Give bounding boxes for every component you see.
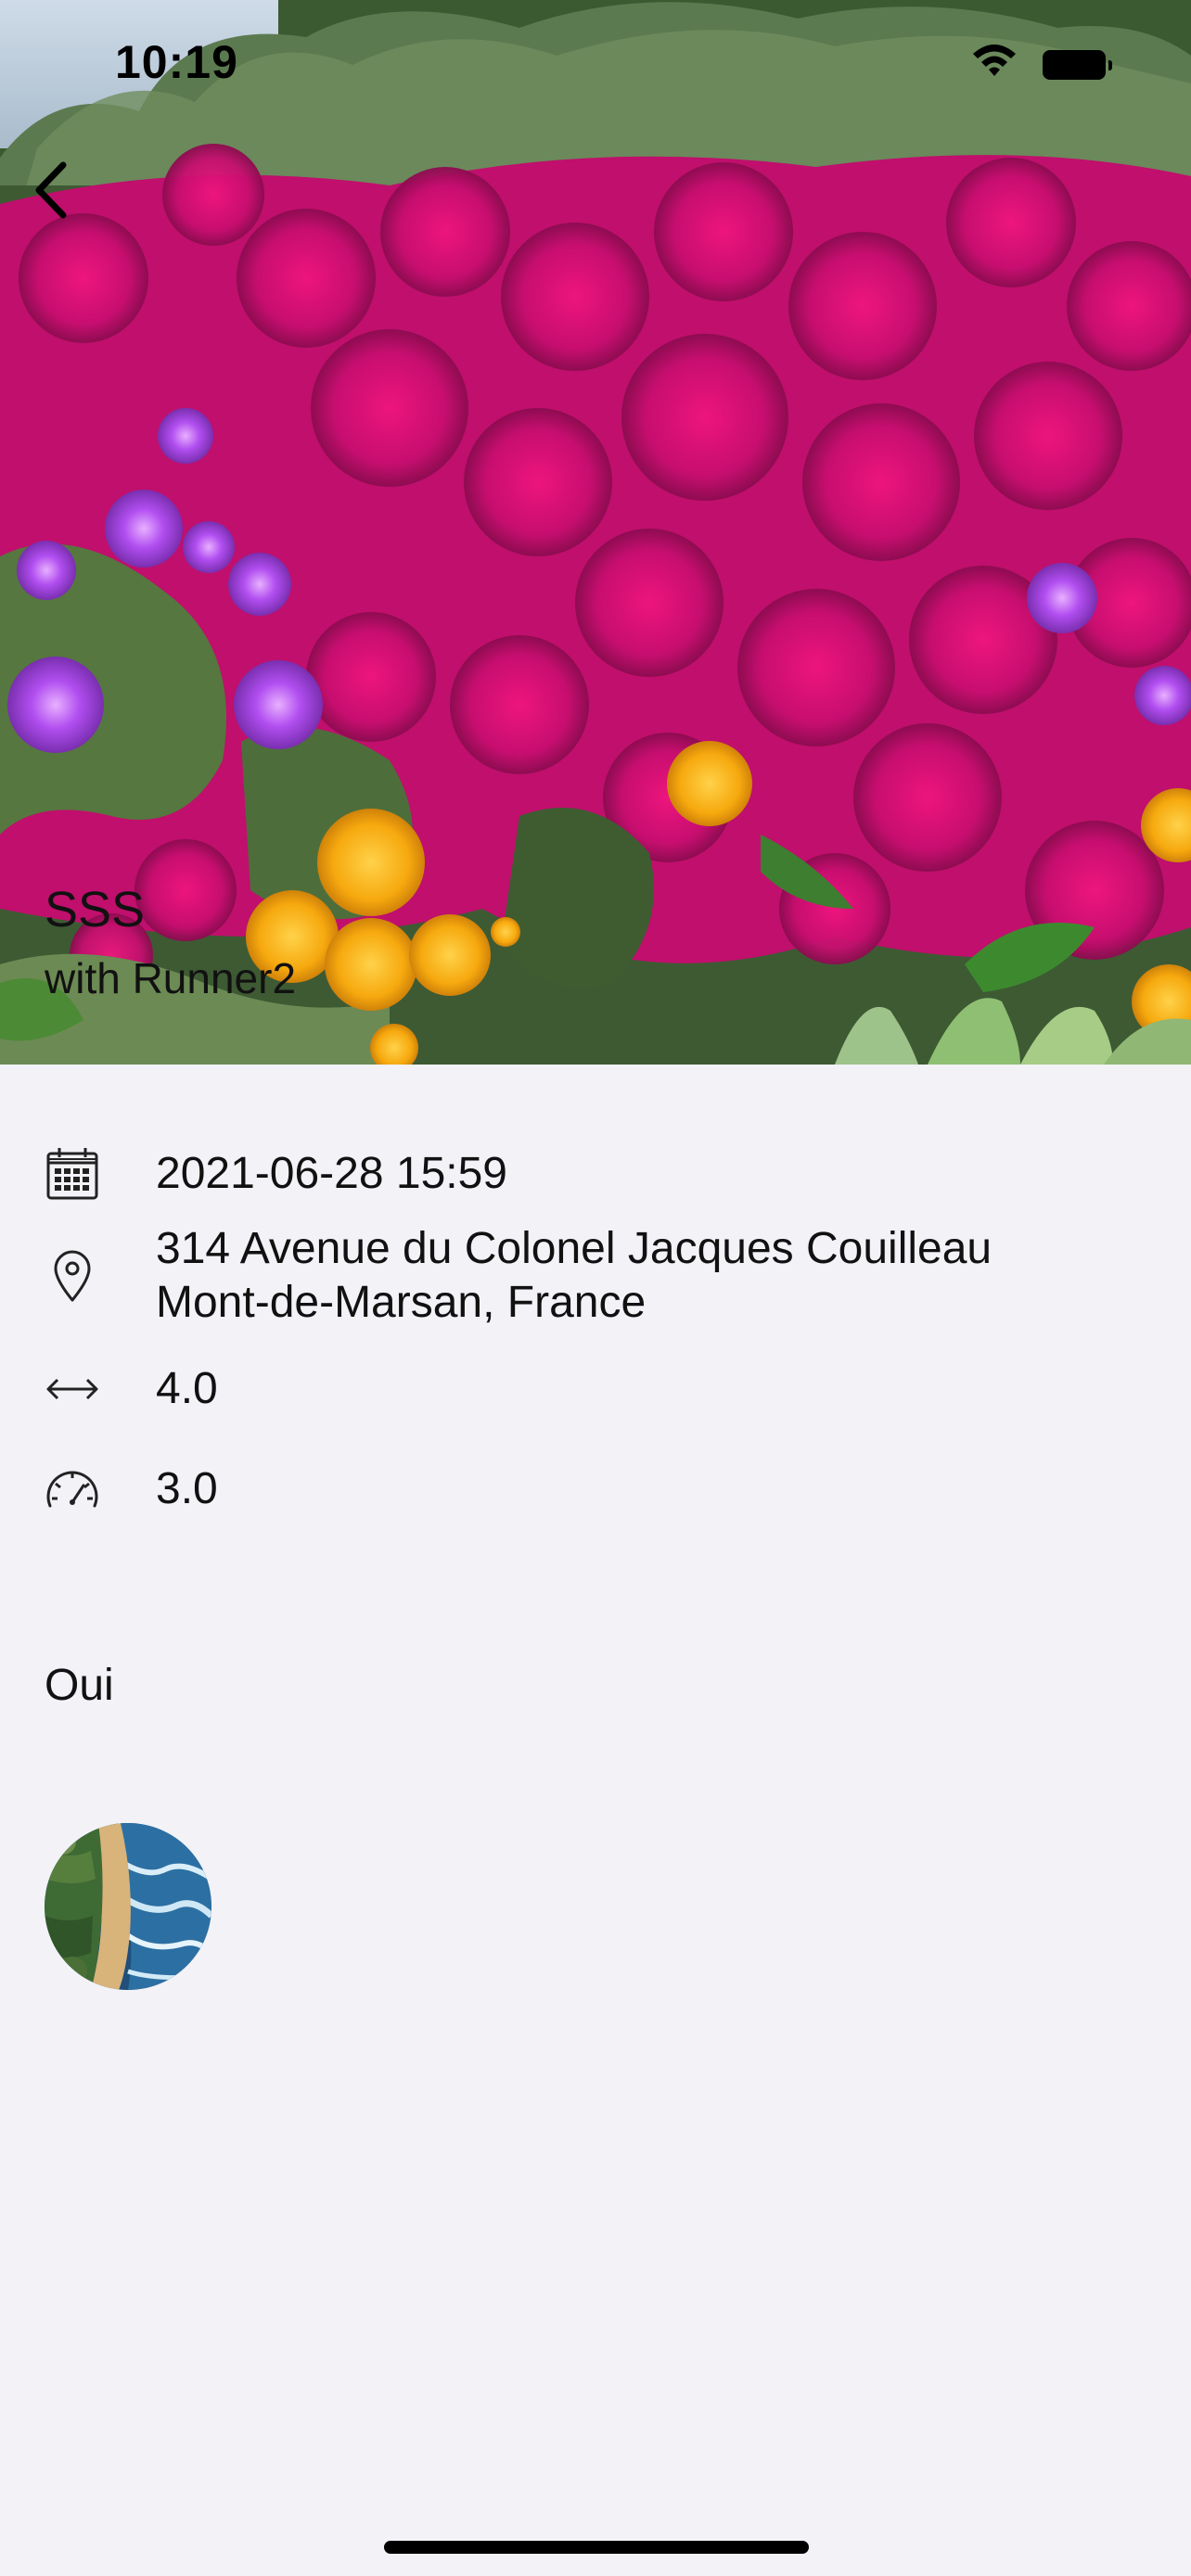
date-text: 2021-06-28 15:59	[156, 1149, 507, 1198]
hero-subtitle: with Runner2	[45, 954, 297, 1002]
speedometer-icon	[46, 1471, 98, 1508]
battery-icon	[1043, 50, 1112, 80]
home-indicator[interactable]	[384, 2541, 809, 2554]
map-pin-icon	[54, 1250, 91, 1302]
location-line-1: 314 Avenue du Colonel Jacques Couilleau	[156, 1224, 992, 1273]
status-time: 10:19	[115, 36, 238, 88]
hero-photo: 10:19 SSS with Runner2	[0, 0, 1191, 1065]
hero-title: SSS	[45, 882, 146, 937]
location-line-2: Mont-de-Marsan, France	[156, 1278, 647, 1327]
chevron-left-icon	[35, 161, 67, 219]
beach-image	[45, 1823, 211, 1990]
wifi-icon	[973, 45, 1016, 76]
speed-text: 3.0	[156, 1464, 218, 1513]
calendar-icon	[46, 1148, 98, 1200]
answer-text: Oui	[45, 1661, 114, 1710]
flower-photo	[0, 0, 1191, 1065]
distance-text: 4.0	[156, 1364, 218, 1413]
beach-avatar[interactable]	[45, 1823, 211, 1990]
horizontal-arrows-icon	[46, 1378, 98, 1400]
back-button[interactable]	[24, 156, 80, 224]
